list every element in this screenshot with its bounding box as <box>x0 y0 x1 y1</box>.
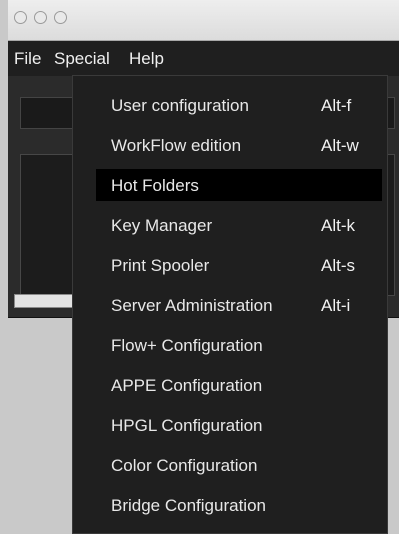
menu-item-label: Print Spooler <box>111 256 210 275</box>
menu-item-label: APPE Configuration <box>111 376 263 395</box>
special-menu-dropdown: User configuration Alt-f WorkFlow editio… <box>72 75 388 534</box>
menu-item-label: User configuration <box>111 96 249 115</box>
menu-item-hpgl-configuration[interactable]: HPGL Configuration <box>73 409 387 442</box>
menu-item-print-spooler[interactable]: Print Spooler Alt-s <box>73 249 387 282</box>
menu-item-label: Key Manager <box>111 216 213 235</box>
status-field <box>14 294 74 308</box>
menu-item-key-manager[interactable]: Key Manager Alt-k <box>73 209 387 242</box>
menu-item-label: Hot Folders <box>111 176 199 195</box>
menu-item-shortcut: Alt-k <box>321 216 355 235</box>
menu-item-label: Flow+ Configuration <box>111 336 263 355</box>
menu-item-highlight: Hot Folders <box>96 169 382 201</box>
menu-item-label: Color Configuration <box>111 456 258 475</box>
menu-item-bridge-configuration[interactable]: Bridge Configuration <box>73 489 387 522</box>
menu-help[interactable]: Help <box>129 49 164 69</box>
menu-item-shortcut: Alt-w <box>321 136 359 155</box>
menu-item-label: Server Administration <box>111 296 273 315</box>
menu-item-label: Bridge Configuration <box>111 496 266 515</box>
menu-item-shortcut: Alt-s <box>321 256 355 275</box>
menu-item-shortcut: Alt-f <box>321 96 352 115</box>
menu-item-workflow-edition[interactable]: WorkFlow edition Alt-w <box>73 129 387 162</box>
menu-bar: File Special Help <box>8 41 399 76</box>
title-bar <box>8 0 399 41</box>
zoom-window-button[interactable] <box>54 11 67 24</box>
menu-item-user-configuration[interactable]: User configuration Alt-f <box>73 89 387 122</box>
menu-item-flow-plus-configuration[interactable]: Flow+ Configuration <box>73 329 387 362</box>
menu-item-appe-configuration[interactable]: APPE Configuration <box>73 369 387 402</box>
menu-file[interactable]: File <box>14 49 41 69</box>
minimize-window-button[interactable] <box>34 11 47 24</box>
menu-item-shortcut: Alt-i <box>321 296 351 315</box>
menu-item-server-administration[interactable]: Server Administration Alt-i <box>73 289 387 322</box>
menu-item-label: WorkFlow edition <box>111 136 242 155</box>
close-window-button[interactable] <box>14 11 27 24</box>
menu-item-label: HPGL Configuration <box>111 416 263 435</box>
menu-item-color-configuration[interactable]: Color Configuration <box>73 449 387 482</box>
app-window: File Special Help User configuration Alt… <box>8 0 399 534</box>
menu-item-hot-folders[interactable]: Hot Folders <box>73 169 387 202</box>
menu-special[interactable]: Special <box>54 49 110 69</box>
